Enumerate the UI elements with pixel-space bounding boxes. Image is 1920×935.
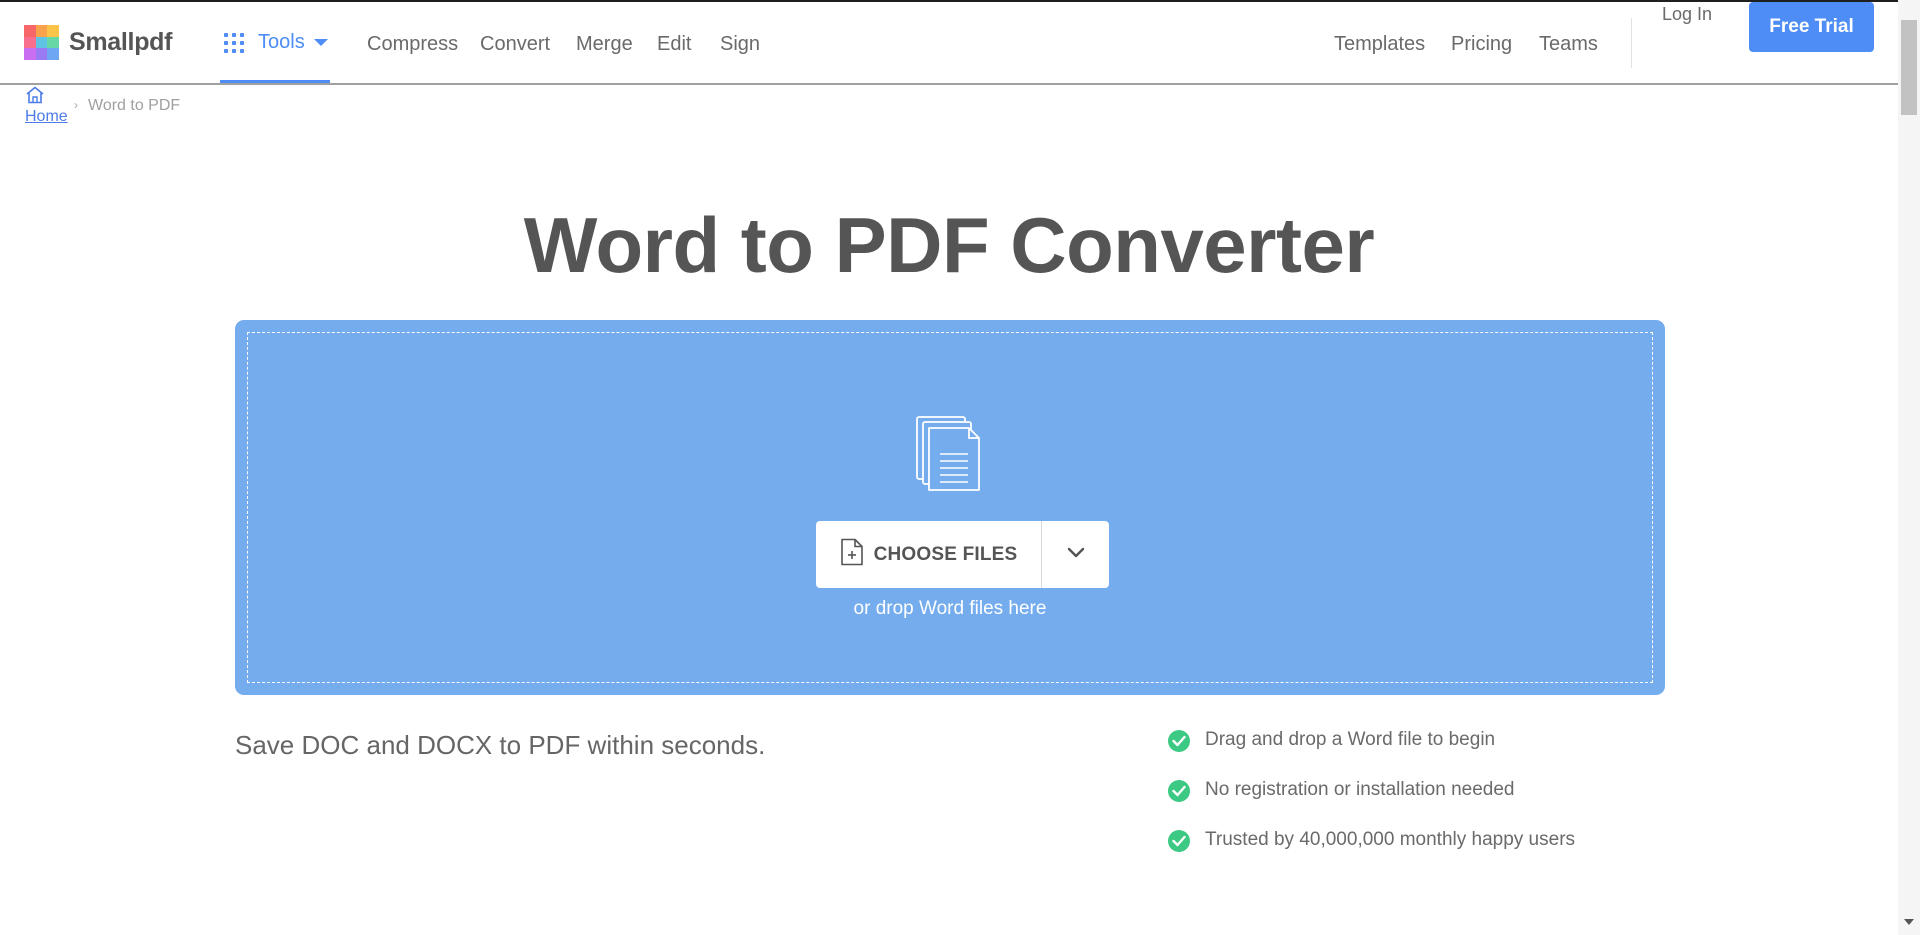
file-dropzone[interactable]: CHOOSE FILES or drop Word files here: [235, 320, 1665, 695]
feature-text: Trusted by 40,000,000 monthly happy user…: [1205, 829, 1576, 850]
site-header: Smallpdf Tools Compress Convert Merge Ed…: [0, 2, 1898, 85]
check-circle-icon: [1168, 830, 1190, 852]
nav-templates[interactable]: Templates: [1334, 33, 1425, 56]
caret-down-icon: [314, 39, 328, 46]
choose-files-button[interactable]: CHOOSE FILES: [816, 521, 1041, 588]
nav-compress[interactable]: Compress: [367, 33, 458, 56]
breadcrumb-separator: ›: [74, 98, 78, 112]
free-trial-button[interactable]: Free Trial: [1749, 2, 1874, 52]
login-link[interactable]: Log In: [1662, 4, 1712, 25]
logo-text: Smallpdf: [69, 28, 173, 56]
logo-icon: [24, 25, 59, 60]
feature-text: No registration or installation needed: [1205, 779, 1515, 800]
file-add-icon: [840, 538, 864, 571]
documents-icon: [916, 416, 986, 496]
tools-label: Tools: [258, 31, 305, 53]
choose-files-control: CHOOSE FILES: [816, 521, 1109, 588]
nav-pricing[interactable]: Pricing: [1451, 33, 1512, 56]
breadcrumb-home-link[interactable]: Home: [25, 108, 68, 126]
more-upload-options-button[interactable]: [1042, 521, 1109, 588]
nav-teams[interactable]: Teams: [1539, 33, 1598, 56]
grid-icon: [224, 33, 244, 53]
page-title: Word to PDF Converter: [523, 201, 1375, 289]
home-icon[interactable]: [25, 86, 45, 109]
header-divider: [1631, 18, 1632, 68]
nav-convert[interactable]: Convert: [480, 33, 550, 56]
breadcrumb-current: Word to PDF: [88, 97, 181, 114]
page-scrollbar[interactable]: [1898, 0, 1920, 935]
tagline: Save DOC and DOCX to PDF within seconds.: [235, 730, 766, 760]
nav-edit[interactable]: Edit: [657, 33, 691, 56]
nav-merge[interactable]: Merge: [576, 33, 633, 56]
check-circle-icon: [1168, 730, 1190, 752]
logo[interactable]: Smallpdf: [24, 25, 172, 60]
scroll-down-arrow-icon[interactable]: [1904, 919, 1914, 925]
dropzone-border: CHOOSE FILES or drop Word files here: [247, 332, 1653, 683]
nav-sign[interactable]: Sign: [720, 33, 760, 56]
check-circle-icon: [1168, 780, 1190, 802]
chevron-down-icon: [1067, 546, 1085, 564]
feature-text: Drag and drop a Word file to begin: [1205, 729, 1496, 750]
tools-menu-button[interactable]: Tools: [220, 2, 330, 83]
drop-hint: or drop Word files here: [853, 598, 1047, 619]
choose-files-label: CHOOSE FILES: [873, 543, 1018, 565]
scrollbar-thumb[interactable]: [1901, 20, 1917, 115]
